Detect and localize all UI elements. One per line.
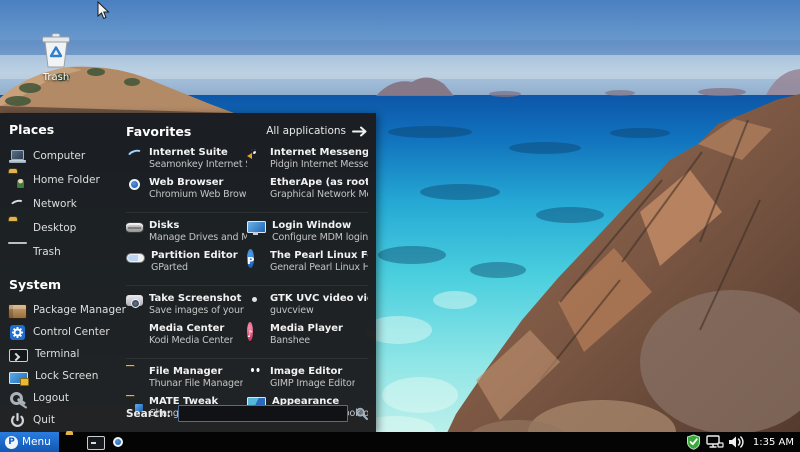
system-header: System [9,277,62,292]
fav-item-disks[interactable]: DisksManage Drives and Media [126,219,247,249]
menu-left-column: Places Computer Home Folder Network Desk… [0,113,126,432]
all-applications-button[interactable]: All applications [266,125,368,137]
fav-item-file-manager[interactable]: File Manager Thunar File Manager [126,365,247,395]
taskbar-file-manager-launcher[interactable] [66,434,82,450]
menu-item-label: Lock Screen [35,370,99,382]
menu-item-label: Trash [33,246,61,258]
menu-item-trash[interactable]: Trash [9,240,118,264]
fav-item-pearl-forum[interactable]: P The Pearl Linux ForumGeneral Pearl Lin… [247,249,368,279]
menu-item-package-manager[interactable]: Package Manager [9,299,126,321]
menu-item-label: Network [33,198,77,210]
system-section: System Package Manager Control Center Te… [9,277,126,431]
favorites-header: Favorites [126,123,192,139]
disks-icon [126,223,143,232]
menu-item-terminal[interactable]: Terminal [9,343,118,365]
menu-item-control-center[interactable]: Control Center [9,321,118,343]
fav-item-take-screenshot[interactable]: Take ScreenshotSave images of your deskt… [126,292,247,322]
terminal-icon [9,349,28,362]
pearl-forum-icon: P [247,249,255,268]
screenshot-icon [126,295,143,308]
all-applications-label: All applications [266,125,346,137]
desktop-folder-icon [9,220,26,237]
search-input[interactable] [177,405,348,422]
fav-item-image-editor[interactable]: Image Editor GIMP Image Editor [247,365,368,395]
fav-item-internet-suite[interactable]: Internet SuiteSeamonkey Internet Suite [126,146,247,176]
login-window-icon [247,221,266,235]
menu-item-lock-screen[interactable]: Lock Screen [9,365,118,387]
menu-item-label: Control Center [33,326,110,338]
home-folder-icon [9,172,26,189]
menu-item-desktop[interactable]: Desktop [9,216,118,240]
taskbar-terminal-launcher[interactable] [86,435,105,450]
lock-screen-icon [9,371,29,386]
volume-icon[interactable] [727,434,746,450]
logout-key-icon [9,390,26,407]
quit-power-icon [9,412,26,429]
menu-item-label: Home Folder [33,174,100,186]
network-icon[interactable] [704,434,724,450]
taskbar-clock[interactable]: 1:35 AM [753,437,794,448]
menu-item-label: Desktop [33,222,77,234]
computer-icon [9,148,26,165]
fav-item-partition-editor[interactable]: Partition Editor GParted [126,249,247,279]
search-bar: Search: [126,405,368,422]
control-center-gear-icon [9,324,26,341]
file-manager-folder-icon [126,365,143,382]
favorites-section: Favorites All applications Internet Suit… [120,113,376,432]
menu-item-label: Logout [33,392,69,404]
banshee-icon: ♪ [247,322,254,341]
pearl-logo-icon: P [5,435,18,449]
menu-item-label: Package Manager [33,304,126,316]
fav-item-media-player[interactable]: ♪ Media Player Banshee [247,322,368,352]
mouse-cursor [97,1,110,20]
menu-item-quit[interactable]: Quit [9,409,118,431]
menu-item-computer[interactable]: Computer [9,144,118,168]
places-section: Places Computer Home Folder Network Desk… [9,122,118,264]
right-arrow-icon [352,126,367,136]
menu-item-label: Terminal [35,348,80,360]
desktop-trash-shortcut[interactable]: Trash [26,32,86,83]
menu-item-label: Quit [33,414,55,426]
application-menu: Places Computer Home Folder Network Desk… [0,113,376,432]
favorites-column-2: Internet MessengerPidgin Internet Messen… [247,146,368,431]
system-tray: 1:35 AM [686,434,800,450]
menu-button-label: Menu [22,436,51,448]
menu-item-home-folder[interactable]: Home Folder [9,168,118,192]
favorites-column-1: Internet SuiteSeamonkey Internet Suite W… [126,146,247,431]
menu-item-label: Computer [33,150,86,162]
taskbar-chromium-launcher[interactable] [110,434,126,450]
magnifier-icon [355,407,368,420]
taskbar-menu-button[interactable]: P Menu [0,432,59,452]
taskbar: P Menu 1:35 AM [0,432,800,452]
desktop: Trash Places Computer Home Folder Networ… [0,0,800,452]
fav-item-media-center[interactable]: Media Center Kodi Media Center [126,322,247,352]
fav-item-etherape[interactable]: EtherApe (as root)Graphical Network Moni… [247,176,368,206]
package-manager-icon [9,304,26,318]
trash-can-icon [42,33,70,68]
menu-item-network[interactable]: Network [9,192,118,216]
fav-item-guvcview[interactable]: GTK UVC video viewerguvcview [247,292,368,322]
gparted-icon [126,253,145,263]
fav-item-internet-messenger[interactable]: Internet MessengerPidgin Internet Messen… [247,146,368,176]
updates-shield-icon[interactable] [686,434,701,450]
fav-item-login-window[interactable]: Login WindowConfigure MDM login window..… [247,219,368,249]
places-header: Places [9,122,55,137]
menu-item-logout[interactable]: Logout [9,387,118,409]
fav-item-web-browser[interactable]: Web BrowserChromium Web Browser [126,176,247,206]
trash-label: Trash [42,72,70,83]
search-label: Search: [126,407,171,420]
